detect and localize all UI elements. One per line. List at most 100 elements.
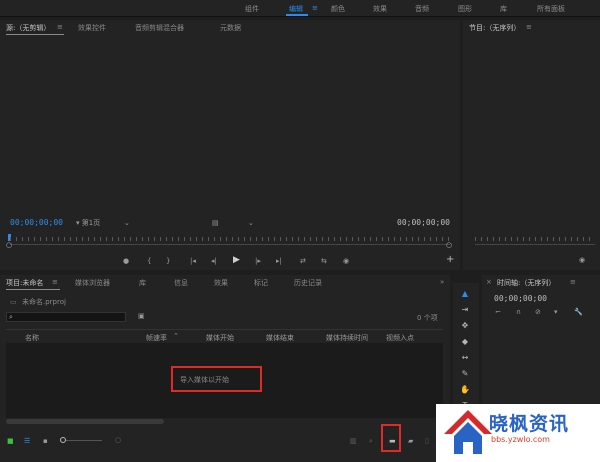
page-select-dropdown[interactable]: ▾ 第1页 [76, 219, 100, 227]
column-media-start[interactable]: 媒体开始 [206, 333, 234, 343]
add-marker-icon[interactable]: ● [123, 257, 129, 265]
sort-icons-icon[interactable]: ○ [115, 436, 121, 444]
watermark-text: 晓枫资讯 [489, 413, 570, 435]
timeline-settings-icon[interactable]: 🔧 [574, 308, 583, 316]
source-time-ruler[interactable] [10, 237, 450, 241]
source-playhead-timecode[interactable]: 00;00;00;00 [10, 218, 63, 227]
watermark-house-logo-icon [444, 410, 492, 454]
new-search-bin-icon[interactable]: ▣ [138, 312, 145, 320]
workspace-tab-libraries[interactable]: 库 [500, 4, 507, 14]
overwrite-icon[interactable]: ⇆ [321, 257, 327, 265]
project-file-name: 未命名.prproj [22, 298, 66, 306]
ripple-edit-tool-icon[interactable]: ✥ [457, 320, 473, 332]
step-forward-icon[interactable]: |▸ [255, 257, 261, 265]
settings-icon[interactable]: ▤ [212, 219, 219, 227]
item-count: 0 个项 [417, 314, 438, 322]
mark-in-icon[interactable]: { [147, 257, 151, 265]
step-back-icon[interactable]: ◂| [211, 257, 217, 265]
export-frame-icon[interactable]: ◉ [343, 257, 349, 265]
track-select-tool-icon[interactable]: ⇥ [457, 304, 473, 316]
razor-tool-icon[interactable]: ◆ [457, 336, 473, 348]
column-name[interactable]: 名称 [25, 333, 39, 343]
program-scrub-bar[interactable] [475, 244, 595, 245]
timeline-timecode[interactable]: 00;00;00;00 [494, 294, 547, 303]
column-video-in-point[interactable]: 视频入点 [386, 333, 414, 343]
snap-icon[interactable]: ∩ [516, 308, 521, 316]
search-icon: ⌕ [9, 313, 13, 321]
automate-to-sequence-icon[interactable]: ▥ [350, 437, 357, 445]
tab-history[interactable]: 历史记录 [294, 278, 322, 288]
slip-tool-icon[interactable]: ↔ [457, 352, 473, 364]
add-marker-timeline-icon[interactable]: ▾ [554, 308, 558, 316]
project-tab-menu-icon[interactable]: ≡ [52, 278, 58, 286]
source-panel-header: 源:（无剪辑） ≡ 效果控件 音频剪辑混合器 元数据 [0, 20, 460, 35]
tab-effect-controls[interactable]: 效果控件 [78, 23, 106, 33]
workspace-tab-graphics[interactable]: 图形 [458, 4, 472, 14]
tab-libraries[interactable]: 库 [139, 278, 146, 288]
program-panel-header: 节目:（无序列） ≡ [463, 20, 600, 34]
mark-out-icon[interactable]: } [166, 257, 170, 265]
more-tabs-icon[interactable]: » [440, 278, 444, 286]
workspace-tab-color[interactable]: 颜色 [331, 4, 345, 14]
program-monitor-panel: 节目:（无序列） ≡ ◉ [463, 20, 600, 270]
go-to-in-icon[interactable]: |◂ [190, 257, 196, 265]
close-icon[interactable]: × [486, 278, 492, 286]
source-duration-timecode: 00;00;00;00 [397, 218, 450, 227]
program-tab-menu-icon[interactable]: ≡ [526, 23, 532, 31]
tab-media-browser[interactable]: 媒体浏览器 [75, 278, 110, 288]
column-frame-rate[interactable]: 帧速率 [146, 333, 167, 343]
sort-ascending-icon[interactable]: ⌃ [173, 332, 179, 340]
project-search-input[interactable]: ⌕ [6, 312, 126, 322]
project-horizontal-scrollbar[interactable] [6, 419, 164, 424]
tab-source[interactable]: 源:（无剪辑） [6, 23, 50, 33]
active-workspace-underline [286, 14, 308, 16]
tab-program[interactable]: 节目:（无序列） [469, 23, 520, 33]
new-item-icon[interactable]: ▰ [408, 437, 413, 445]
tab-info[interactable]: 信息 [174, 278, 188, 288]
program-time-ruler[interactable] [475, 237, 595, 241]
nest-icon[interactable]: ⌐ [495, 308, 501, 316]
scrub-start-handle-icon[interactable]: ○ [6, 241, 12, 249]
page-select-label: 第1页 [81, 219, 101, 227]
workspace-menu-icon[interactable]: ≡ [312, 4, 318, 12]
workspace-bar: 组件 编辑 ≡ 颜色 效果 音频 图形 库 所有面板 [0, 0, 600, 17]
column-media-duration[interactable]: 媒体持续时间 [326, 333, 368, 343]
source-tab-menu-icon[interactable]: ≡ [57, 23, 63, 31]
zoom-slider-track[interactable] [66, 440, 102, 441]
folder-icon: ▭ [10, 298, 17, 306]
workspace-tab-audio[interactable]: 音频 [415, 4, 429, 14]
insert-icon[interactable]: ⇄ [300, 257, 306, 265]
workspace-tab-effects[interactable]: 效果 [373, 4, 387, 14]
button-editor-icon[interactable]: + [446, 255, 454, 265]
tab-metadata[interactable]: 元数据 [220, 23, 241, 33]
page-select-chevron-icon[interactable]: ⌄ [124, 219, 130, 227]
workspace-tab-editing[interactable]: 编辑 [289, 4, 303, 14]
tab-project[interactable]: 项目:未命名 [6, 278, 43, 288]
timeline-tab-menu-icon[interactable]: ≡ [570, 278, 576, 286]
column-media-end[interactable]: 媒体结束 [266, 333, 294, 343]
go-to-out-icon[interactable]: ▸| [276, 257, 282, 265]
tab-effects[interactable]: 效果 [214, 278, 228, 288]
workspace-tab-assembly[interactable]: 组件 [245, 4, 259, 14]
linked-selection-icon[interactable]: ⊘ [535, 308, 541, 316]
timeline-panel-header: × 时间轴:（无序列） ≡ [482, 275, 600, 289]
source-scrub-bar[interactable] [10, 244, 450, 245]
scrub-end-handle-icon[interactable]: ○ [446, 241, 452, 249]
selection-tool-icon[interactable]: ▲ [457, 288, 473, 300]
hand-tool-icon[interactable]: ✋ [457, 384, 473, 396]
play-icon[interactable]: ▶ [233, 256, 240, 265]
lock-icon[interactable]: ■ [7, 437, 14, 445]
workspace-tab-all-panels[interactable]: 所有面板 [537, 4, 565, 14]
project-panel-header: 项目:未命名 ≡ 媒体浏览器 库 信息 效果 标记 历史记录 » [0, 275, 450, 290]
list-view-icon[interactable]: ☰ [24, 437, 30, 445]
tab-markers[interactable]: 标记 [254, 278, 268, 288]
zoom-icon[interactable]: ⌄ [248, 219, 254, 227]
clear-icon[interactable]: ▯ [425, 437, 429, 445]
tab-timeline[interactable]: 时间轴:（无序列） [497, 278, 555, 288]
project-tab-underline [6, 289, 60, 290]
pen-tool-icon[interactable]: ✎ [457, 368, 473, 380]
tab-audio-clip-mixer[interactable]: 音频剪辑混合器 [135, 23, 184, 33]
program-button-editor-icon[interactable]: ◉ [579, 256, 585, 264]
find-icon[interactable]: ⌕ [369, 437, 373, 446]
icon-view-icon[interactable]: ▪ [43, 437, 48, 445]
